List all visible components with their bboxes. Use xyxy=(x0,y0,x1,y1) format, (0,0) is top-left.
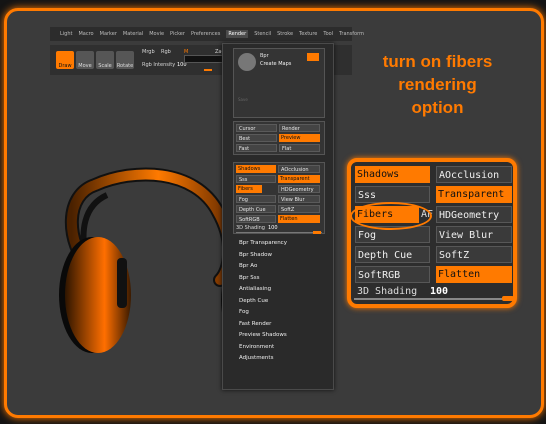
zoom-softrgb-button[interactable]: SoftRGB xyxy=(355,266,430,283)
submenu-adjustments[interactable]: Adjustments xyxy=(239,353,329,365)
shadows-button[interactable]: Shadows xyxy=(236,165,276,173)
fog-button[interactable]: Fog xyxy=(236,195,276,203)
bpr-section: Bpr Create Maps Save xyxy=(233,48,325,118)
submenu-fast-render[interactable]: Fast Render xyxy=(239,319,329,331)
zoom-depth-cue-button[interactable]: Depth Cue xyxy=(355,246,430,263)
menu-material[interactable]: Material xyxy=(123,31,143,37)
flatten-button[interactable]: Flatten xyxy=(278,215,320,223)
zoom-shadows-button[interactable]: Shadows xyxy=(355,166,430,183)
shading-slider-track[interactable] xyxy=(236,232,322,233)
submenu-bpr-ao[interactable]: Bpr Ao xyxy=(239,261,329,273)
zoom-transparent-button[interactable]: Transparent xyxy=(436,186,512,203)
fibers-button[interactable]: Fibers xyxy=(236,185,262,193)
rotate-button[interactable]: Rotate xyxy=(116,51,134,69)
menu-stroke[interactable]: Stroke xyxy=(277,31,293,37)
fibers-highlight-oval xyxy=(350,202,432,230)
zoom-softz-button[interactable]: SoftZ xyxy=(436,246,512,263)
fast-button[interactable]: Fast xyxy=(236,144,277,152)
menu-marker[interactable]: Marker xyxy=(100,31,117,37)
cursor-button[interactable]: Cursor xyxy=(236,124,277,132)
render-button[interactable]: Render xyxy=(279,124,320,132)
menu-render[interactable]: Render xyxy=(226,30,249,38)
zoom-shading-value: 100 xyxy=(430,286,449,297)
zoom-hdgeometry-button[interactable]: HDGeometry xyxy=(436,206,512,223)
menu-movie[interactable]: Movie xyxy=(149,31,164,37)
draw-button[interactable]: Draw xyxy=(56,51,74,69)
submenu-bpr-transparency[interactable]: Bpr Transparency xyxy=(239,238,329,250)
menu-picker[interactable]: Picker xyxy=(170,31,185,37)
rgb-label[interactable]: Rgb xyxy=(161,49,171,55)
zoom-shading-slider-thumb[interactable] xyxy=(502,296,514,301)
softz-button[interactable]: SoftZ xyxy=(278,205,320,213)
save-label: Save xyxy=(238,97,248,102)
mrgb-label[interactable]: Mrgb xyxy=(142,49,155,55)
submenu-antialiasing[interactable]: Antialiasing xyxy=(239,284,329,296)
view-blur-button[interactable]: View Blur xyxy=(278,195,320,203)
move-button[interactable]: Move xyxy=(76,51,94,69)
mrgb-field[interactable] xyxy=(184,55,226,63)
zoom-view-blur-button[interactable]: View Blur xyxy=(436,226,512,243)
draw-label: Draw xyxy=(58,63,72,69)
submenu-fog[interactable]: Fog xyxy=(239,307,329,319)
shading-slider-thumb[interactable] xyxy=(313,231,321,234)
instruction-line-2: rendering xyxy=(398,75,477,94)
rotate-label: Rotate xyxy=(116,63,134,69)
submenu-preview-shadows[interactable]: Preview Shadows xyxy=(239,330,329,342)
shading-value: 100 xyxy=(268,225,278,231)
flat-button[interactable]: Flat xyxy=(279,144,320,152)
submenu-bpr-shadow[interactable]: Bpr Shadow xyxy=(239,250,329,262)
submenu-environment[interactable]: Environment xyxy=(239,342,329,354)
render-options-section: Shadows AOcclusion Sss Transparent Fiber… xyxy=(233,162,325,234)
bpr-label[interactable]: Bpr xyxy=(260,53,269,59)
menu-bar: Light Macro Marker Material Movie Picker… xyxy=(50,27,364,41)
submenu-bpr-sss[interactable]: Bpr Sss xyxy=(239,273,329,285)
instruction-line-3: option xyxy=(411,98,464,117)
menu-stencil[interactable]: Stencil xyxy=(254,31,271,37)
zoom-aocclusion-button[interactable]: AOcclusion xyxy=(436,166,512,183)
render-mode-section: Cursor Render Best Preview Fast Flat xyxy=(233,121,325,155)
create-maps-label[interactable]: Create Maps xyxy=(260,61,291,67)
menu-macro[interactable]: Macro xyxy=(78,31,93,37)
hdgeometry-button[interactable]: HDGeometry xyxy=(278,185,320,193)
instruction-line-1: turn on fibers xyxy=(382,52,493,71)
depth-cue-button[interactable]: Depth Cue xyxy=(236,205,276,213)
menu-tool[interactable]: Tool xyxy=(323,31,333,37)
rgb-intensity-label: Rgb Intensity xyxy=(142,62,176,68)
menu-transform[interactable]: Transform xyxy=(339,31,364,37)
scale-button[interactable]: Scale xyxy=(96,51,114,69)
menu-texture[interactable]: Texture xyxy=(299,31,317,37)
softrgb-button[interactable]: SoftRGB xyxy=(236,215,276,223)
zoom-sss-button[interactable]: Sss xyxy=(355,186,430,203)
submenu-depth-cue[interactable]: Depth Cue xyxy=(239,296,329,308)
preview-button[interactable]: Preview xyxy=(279,134,320,142)
move-label: Move xyxy=(78,63,92,69)
best-button[interactable]: Best xyxy=(236,134,277,142)
render-submenu-list: Bpr Transparency Bpr Shadow Bpr Ao Bpr S… xyxy=(239,238,329,365)
instruction-callout: turn on fibers rendering option xyxy=(360,50,515,119)
menu-preferences[interactable]: Preferences xyxy=(191,31,220,37)
shading-label: 3D Shading xyxy=(236,225,265,231)
sphere-icon xyxy=(238,53,256,71)
rgb-intensity-slider[interactable] xyxy=(204,69,212,71)
save-toggle[interactable] xyxy=(307,53,319,61)
transparent-button[interactable]: Transparent xyxy=(278,175,320,183)
zoom-flatten-button[interactable]: Flatten xyxy=(436,266,512,283)
zoom-shading-slider-track[interactable] xyxy=(354,298,511,300)
scale-label: Scale xyxy=(98,63,112,69)
render-panel: Bpr Create Maps Save Cursor Render Best … xyxy=(222,43,334,390)
aocclusion-button[interactable]: AOcclusion xyxy=(278,165,320,173)
zbrush-screenshot: Light Macro Marker Material Movie Picker… xyxy=(0,0,546,424)
sss-button[interactable]: Sss xyxy=(236,175,276,183)
menu-light[interactable]: Light xyxy=(60,31,72,37)
zoom-shading-label: 3D Shading xyxy=(357,286,418,297)
